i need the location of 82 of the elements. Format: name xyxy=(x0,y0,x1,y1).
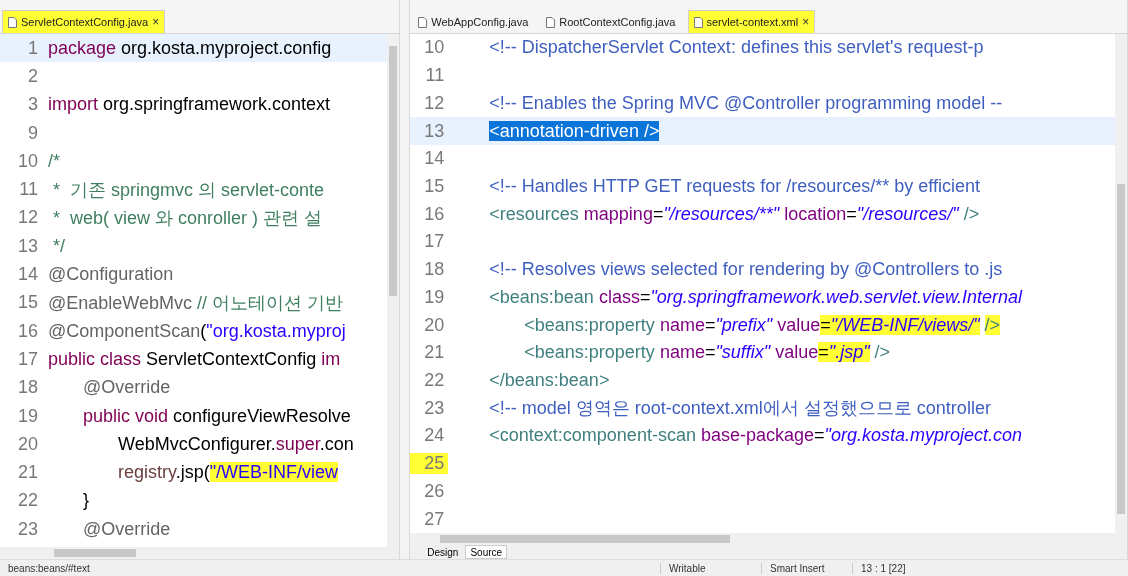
vertical-scrollbar[interactable] xyxy=(1115,34,1127,533)
code-line: </beans:bean> xyxy=(488,370,610,391)
code-line: @Override xyxy=(82,518,171,540)
code-line: * 기존 springmvc 의 servlet-conte xyxy=(52,178,325,202)
line-number: 21 xyxy=(16,462,39,484)
line-number: 17 xyxy=(16,348,39,370)
line-number: 23 xyxy=(423,397,446,419)
code-line: @EnableWebMvc // 어노테이션 기반 xyxy=(47,291,344,315)
code-line: package org.kosta.myproject.config xyxy=(47,37,332,59)
code-line: <beans:property name="suffix" value=".jsp" /> xyxy=(523,342,891,364)
line-number: 16 xyxy=(16,320,39,342)
status-position: 13 : 1 [22] xyxy=(852,562,941,574)
code-line: WebMvcConfigurer.super.con xyxy=(117,433,354,455)
line-number: 17 xyxy=(423,231,446,253)
code-line: @Override xyxy=(82,377,171,399)
code-line: <!-- Resolves views selected for rendering by @Controllers to .js xyxy=(488,259,1003,281)
close-icon[interactable]: × xyxy=(802,15,810,29)
code-line: <resources mapping="/resources/**" location="/resources/" /> xyxy=(488,203,980,225)
splitter-bar[interactable] xyxy=(400,0,411,559)
status-path: beans:beans/#text xyxy=(7,562,91,574)
line-number: 12 xyxy=(423,92,446,114)
line-number: 22 xyxy=(423,370,446,391)
line-number: 19 xyxy=(16,405,39,427)
line-number: 20 xyxy=(423,314,446,336)
view-tab[interactable]: Source xyxy=(465,545,508,559)
file-icon xyxy=(693,16,703,28)
file-icon xyxy=(546,16,556,28)
code-line: <context:component-scan base-package="org.kosta.myproject.con xyxy=(488,425,1022,447)
line-number: 13 xyxy=(16,235,39,257)
line-number: 22 xyxy=(16,490,39,512)
line-number: 9 xyxy=(27,122,39,144)
line-number: 20 xyxy=(16,433,39,455)
code-line: <beans:bean class="org.springframework.web.servlet.view.Internal xyxy=(488,286,1022,308)
line-number: 25 xyxy=(410,453,449,475)
status-mode: Writable xyxy=(660,562,759,574)
line-number: 11 xyxy=(424,65,446,87)
editor-tab[interactable]: WebAppConfig.java xyxy=(412,10,535,33)
code-line: <!-- model 영역은 root-context.xml에서 설정했으므로 controller xyxy=(488,397,991,421)
line-number: 14 xyxy=(16,264,39,285)
code-line: <!-- Handles HTTP GET requests for /resources/** by efficient xyxy=(488,175,980,197)
code-line: public void configureViewResolve xyxy=(82,405,351,427)
file-icon xyxy=(418,16,428,28)
line-number: 23 xyxy=(16,518,39,540)
line-number: 3 xyxy=(27,94,39,116)
line-number: 15 xyxy=(423,175,446,197)
line-number: 15 xyxy=(16,292,39,314)
line-number: 18 xyxy=(423,259,446,281)
code-line: public class ServletContextConfig im xyxy=(47,348,341,370)
file-icon xyxy=(8,16,17,28)
code-line: <!-- DispatcherServlet Context: defines this servlet's request-p xyxy=(488,37,984,59)
close-icon[interactable]: × xyxy=(152,15,160,29)
line-number: 18 xyxy=(16,377,39,399)
line-number: 21 xyxy=(423,342,446,364)
horizontal-scrollbar[interactable] xyxy=(0,547,400,559)
code-line: <!-- Enables the Spring MVC @Controller programming model -- xyxy=(488,92,1003,114)
line-number: 26 xyxy=(423,480,446,502)
code-line: } xyxy=(82,490,89,512)
editor-tab[interactable]: ServletContextConfig.java × xyxy=(2,10,166,33)
code-line: @ComponentScan("org.kosta.myproj xyxy=(47,320,346,342)
view-tab[interactable]: Design xyxy=(422,545,464,559)
line-number: 1 xyxy=(27,37,39,59)
line-number: 19 xyxy=(423,286,446,308)
line-number: 12 xyxy=(16,207,39,229)
code-line: @Configuration xyxy=(47,264,174,285)
line-number: 13 xyxy=(423,120,446,142)
code-line: import org.springframework.context xyxy=(47,94,331,116)
line-number: 11 xyxy=(18,179,39,201)
status-insert-mode: Smart Insert xyxy=(761,562,850,574)
line-number: 14 xyxy=(423,148,446,170)
vertical-scrollbar[interactable] xyxy=(387,34,400,547)
line-number: 27 xyxy=(423,508,446,530)
horizontal-scrollbar[interactable] xyxy=(410,533,1127,545)
line-number: 24 xyxy=(423,425,446,447)
code-line: * web( view 와 conroller ) 관련 설 xyxy=(52,206,323,230)
line-number: 2 xyxy=(27,65,39,87)
line-number: 10 xyxy=(423,37,446,59)
editor-tab[interactable]: RootContextConfig.java xyxy=(540,10,682,33)
code-line: /* xyxy=(47,150,60,172)
line-number: 10 xyxy=(16,150,39,172)
editor-tab[interactable]: servlet-context.xml × xyxy=(687,10,816,33)
line-number: 16 xyxy=(423,203,446,225)
code-line: */ xyxy=(52,235,66,257)
